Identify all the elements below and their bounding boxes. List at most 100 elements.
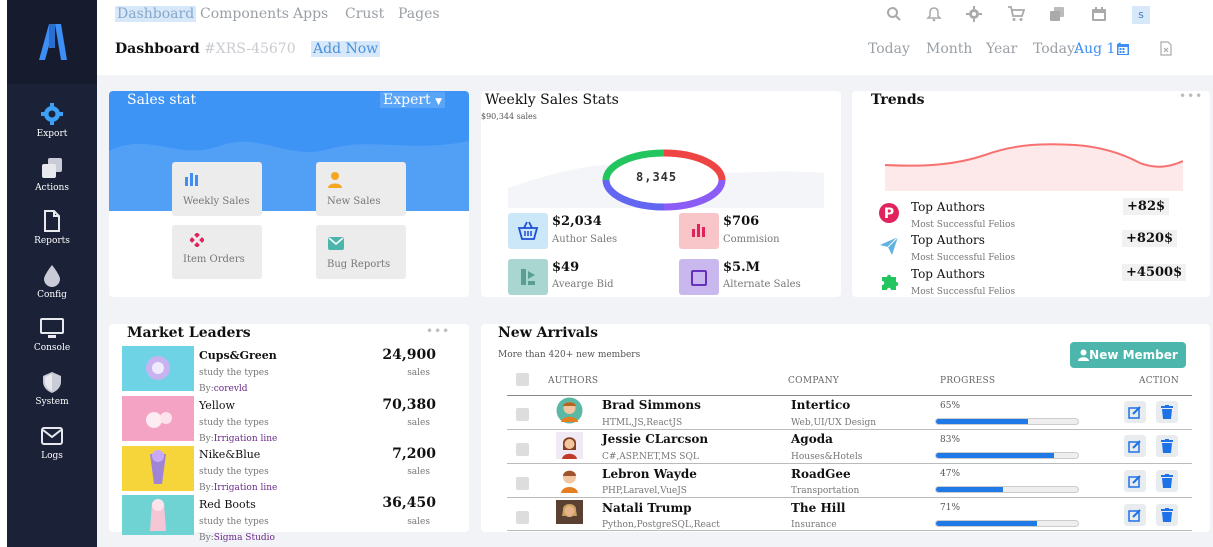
product-by-prefix: By: — [199, 533, 214, 543]
progress-bar — [935, 418, 1079, 425]
product-author[interactable]: Irrigation line — [214, 483, 278, 493]
member-name[interactable]: Jessie CLarcson — [602, 432, 708, 446]
product-name[interactable]: Yellow — [199, 399, 235, 412]
more-options-icon[interactable]: ••• — [426, 324, 450, 338]
add-now-button[interactable]: Add Now — [311, 41, 381, 57]
stat-alternate-sales-value: $5.M — [723, 260, 761, 275]
avatar[interactable]: s — [1132, 6, 1150, 24]
stat-commision-icon-box — [679, 213, 719, 249]
user-icon — [1078, 349, 1090, 361]
avatar — [556, 397, 583, 424]
stat-author-sales-icon-box — [508, 213, 548, 249]
row-divider — [507, 463, 1192, 464]
nav-crust[interactable]: Crust — [345, 6, 384, 22]
product-author[interactable]: corevld — [214, 384, 248, 394]
basket-icon — [517, 221, 539, 240]
sidebar-item-config[interactable]: Config — [7, 263, 97, 300]
search-icon[interactable] — [886, 6, 902, 22]
column-header-company[interactable]: COMPANY — [788, 376, 839, 386]
edit-icon — [1128, 475, 1141, 488]
bell-icon[interactable] — [926, 6, 942, 22]
more-options-icon[interactable]: ••• — [1179, 89, 1203, 103]
product-image[interactable] — [122, 495, 194, 535]
product-author[interactable]: Irrigation line — [214, 434, 278, 444]
member-name[interactable]: Natali Trump — [602, 501, 692, 515]
edit-button[interactable] — [1124, 470, 1146, 492]
member-name[interactable]: Lebron Wayde — [602, 467, 697, 481]
expert-dropdown-label: Expert — [383, 92, 431, 108]
sales-stat-title: Sales stat — [127, 92, 197, 108]
pinterest-icon: P — [879, 203, 899, 223]
product-image[interactable] — [122, 446, 194, 491]
export-file-icon[interactable] — [1160, 41, 1172, 56]
today-label: Today: — [1033, 41, 1080, 57]
company-name: Intertico — [791, 398, 851, 412]
tile-weekly-sales[interactable]: Weekly Sales — [172, 162, 262, 216]
logo[interactable] — [7, 0, 97, 84]
product-image[interactable] — [122, 346, 194, 391]
member-name[interactable]: Brad Simmons — [602, 398, 701, 412]
sidebar-item-label: Actions — [35, 183, 69, 193]
product-name[interactable]: Red Boots — [199, 498, 256, 511]
nav-apps[interactable]: Apps — [293, 6, 328, 22]
sidebar-item-system[interactable]: System — [7, 370, 97, 407]
period-month[interactable]: Month — [926, 41, 972, 57]
envelope-icon — [328, 237, 344, 250]
delete-button[interactable] — [1156, 435, 1178, 457]
company-name: The Hill — [791, 501, 846, 515]
calendar-icon[interactable] — [1116, 42, 1130, 56]
weekly-sales-subtitle: $90,344 sales — [481, 112, 537, 121]
product-sales-value: 36,450 — [382, 495, 436, 511]
product-author[interactable]: Sigma Studio — [214, 533, 275, 543]
sidebar-item-logs[interactable]: Logs — [7, 424, 97, 461]
edit-button[interactable] — [1124, 401, 1146, 423]
sidebar-item-actions[interactable]: Actions — [7, 156, 97, 193]
gear-icon[interactable] — [966, 6, 982, 22]
product-sales-unit: sales — [407, 517, 430, 527]
period-today[interactable]: Today — [868, 41, 910, 57]
sidebar-item-console[interactable]: Console — [7, 316, 97, 353]
nav-pages[interactable]: Pages — [398, 6, 440, 22]
copy-icon[interactable] — [1049, 6, 1065, 22]
tile-label: Bug Reports — [327, 259, 391, 270]
tile-item-orders[interactable]: Item Orders — [172, 225, 262, 279]
nav-components[interactable]: Components — [200, 6, 289, 22]
row-checkbox[interactable] — [516, 511, 529, 524]
calendar-icon[interactable] — [1091, 6, 1107, 22]
delete-button[interactable] — [1156, 504, 1178, 526]
diamond-icon — [190, 233, 204, 247]
nav-dashboard[interactable]: Dashboard — [115, 6, 197, 22]
progress-bar — [935, 486, 1079, 493]
edit-button[interactable] — [1124, 504, 1146, 526]
trend-name: Top Authors — [911, 233, 985, 247]
product-name[interactable]: Nike&Blue — [199, 448, 260, 461]
product-sales-unit: sales — [407, 368, 430, 378]
trends-card: Trends ••• P Top Authors Most Successful… — [852, 89, 1210, 297]
progress-fill — [936, 487, 1003, 492]
tile-new-sales[interactable]: New Sales — [316, 162, 406, 216]
tile-bug-reports[interactable]: Bug Reports — [316, 225, 406, 279]
product-name[interactable]: Cups&Green — [199, 349, 277, 362]
stat-average-bid-icon-box — [508, 259, 548, 295]
edit-button[interactable] — [1124, 435, 1146, 457]
sidebar-item-reports[interactable]: Reports — [7, 209, 97, 246]
page-title: Dashboard — [115, 41, 200, 57]
product-sub: study the types — [199, 517, 269, 527]
new-member-button[interactable]: New Member — [1070, 342, 1186, 368]
row-checkbox[interactable] — [516, 408, 529, 421]
column-header-authors[interactable]: AUTHORS — [548, 376, 598, 386]
delete-button[interactable] — [1156, 470, 1178, 492]
delete-button[interactable] — [1156, 401, 1178, 423]
product-image[interactable] — [122, 396, 194, 441]
tile-label: Item Orders — [183, 254, 245, 265]
row-checkbox[interactable] — [516, 477, 529, 490]
period-year[interactable]: Year — [986, 41, 1017, 57]
cart-icon[interactable] — [1007, 6, 1025, 22]
column-header-progress[interactable]: PROGRESS — [940, 376, 995, 386]
select-all-checkbox[interactable] — [516, 373, 529, 386]
sidebar-item-label: Console — [33, 343, 71, 353]
sidebar-item-export[interactable]: Export — [7, 102, 97, 139]
row-checkbox[interactable] — [516, 443, 529, 456]
stat-commision-label: Commision — [723, 234, 780, 245]
expert-dropdown[interactable]: Expert ▼ — [380, 92, 446, 108]
